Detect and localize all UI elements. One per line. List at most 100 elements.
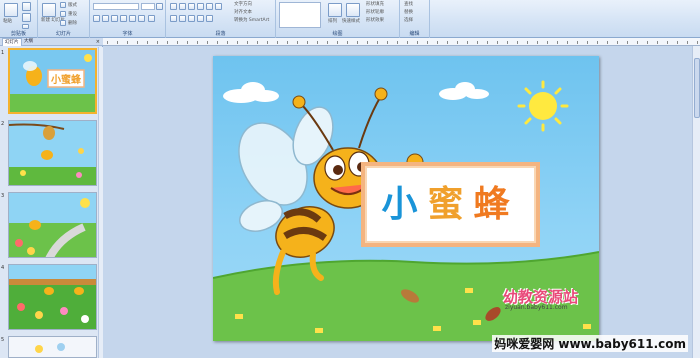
close-icon[interactable]: × bbox=[96, 38, 100, 46]
ruler-tick bbox=[527, 41, 528, 44]
cut-icon[interactable] bbox=[22, 2, 31, 11]
shapes-gallery[interactable] bbox=[279, 2, 321, 28]
format-painter-icon[interactable] bbox=[22, 24, 29, 29]
title-card[interactable]: 小蜜蜂 bbox=[361, 162, 540, 247]
ruler-tick bbox=[507, 41, 508, 44]
slide-thumbnail-1[interactable]: 小蜜蜂 bbox=[8, 48, 97, 114]
slides-panel: 幻灯片 大纲 × 1 小蜜蜂 2 3 4 5 bbox=[0, 38, 103, 358]
font-size-dropdown[interactable] bbox=[141, 3, 155, 10]
ruler-tick bbox=[437, 41, 438, 44]
ruler-tick bbox=[117, 41, 118, 44]
columns-icon[interactable] bbox=[215, 3, 222, 10]
horizontal-ruler bbox=[103, 38, 700, 46]
font-name-dropdown[interactable] bbox=[93, 3, 139, 10]
scrollbar-thumb[interactable] bbox=[694, 58, 700, 118]
ribbon-group-editing: 查找 替换 选择 编辑 bbox=[400, 0, 430, 38]
layout-label[interactable]: 版式 bbox=[68, 3, 77, 8]
ruler-tick bbox=[477, 41, 478, 44]
numbering-icon[interactable] bbox=[179, 3, 186, 10]
strikethrough-icon[interactable] bbox=[120, 15, 127, 22]
align-right-icon[interactable] bbox=[188, 15, 195, 22]
align-text-label[interactable]: 对齐文本 bbox=[234, 10, 252, 15]
grow-font-icon[interactable] bbox=[156, 3, 163, 10]
shadow-icon[interactable] bbox=[129, 15, 136, 22]
char-spacing-icon[interactable] bbox=[138, 15, 145, 22]
ruler-tick bbox=[247, 41, 248, 44]
layout-icon[interactable] bbox=[60, 2, 66, 8]
group-label-editing: 编辑 bbox=[409, 31, 420, 37]
ruler-tick bbox=[107, 41, 108, 44]
delete-label[interactable]: 删除 bbox=[68, 21, 77, 26]
thumbnail-1-art: 小蜜蜂 bbox=[10, 50, 95, 112]
align-center-icon[interactable] bbox=[179, 15, 186, 22]
thumbnail-1-title: 小蜜蜂 bbox=[50, 73, 82, 86]
slide-thumbnail-2[interactable] bbox=[8, 120, 97, 186]
quick-styles-button[interactable] bbox=[346, 3, 360, 17]
panel-scrollbar[interactable] bbox=[98, 47, 103, 358]
cloud-right bbox=[439, 82, 489, 100]
ruler-tick bbox=[287, 41, 288, 44]
bold-icon[interactable] bbox=[93, 15, 100, 22]
thumbnail-4-art bbox=[9, 265, 96, 329]
slide-thumbnail-3[interactable] bbox=[8, 192, 97, 258]
ruler-tick bbox=[377, 41, 378, 44]
ruler-tick bbox=[657, 41, 658, 44]
distribute-icon[interactable] bbox=[206, 15, 213, 22]
paste-button[interactable] bbox=[4, 3, 18, 17]
ruler-tick bbox=[557, 41, 558, 44]
increase-indent-icon[interactable] bbox=[197, 3, 204, 10]
ruler-tick bbox=[667, 41, 668, 44]
copy-icon[interactable] bbox=[22, 13, 31, 22]
shape-outline-label[interactable]: 形状轮廓 bbox=[366, 10, 384, 15]
justify-icon[interactable] bbox=[197, 15, 204, 22]
arrange-label: 排列 bbox=[328, 19, 337, 24]
slide-scrollbar[interactable] bbox=[692, 46, 700, 358]
slide-thumbnail-4[interactable] bbox=[8, 264, 97, 330]
reset-label[interactable]: 重设 bbox=[68, 12, 77, 17]
ruler-tick bbox=[617, 41, 618, 44]
find-label[interactable]: 查找 bbox=[404, 2, 413, 7]
ruler-tick bbox=[197, 41, 198, 44]
new-slide-button[interactable] bbox=[42, 3, 56, 17]
bullets-icon[interactable] bbox=[170, 3, 177, 10]
ruler-tick bbox=[127, 41, 128, 44]
ruler-tick bbox=[397, 41, 398, 44]
tab-slides[interactable]: 幻灯片 bbox=[2, 38, 22, 46]
ribbon-group-font: 字体 bbox=[90, 0, 166, 38]
underline-icon[interactable] bbox=[111, 15, 118, 22]
thumbnail-3-art bbox=[9, 193, 96, 257]
ruler-tick bbox=[167, 41, 168, 44]
ruler-tick bbox=[487, 41, 488, 44]
ruler-tick bbox=[207, 41, 208, 44]
replace-label[interactable]: 替换 bbox=[404, 10, 413, 15]
delete-icon[interactable] bbox=[60, 20, 66, 26]
ruler-tick bbox=[257, 41, 258, 44]
ruler-tick bbox=[577, 41, 578, 44]
reset-icon[interactable] bbox=[60, 11, 66, 17]
ruler-tick bbox=[297, 41, 298, 44]
shape-fill-label[interactable]: 形状填充 bbox=[366, 2, 384, 7]
slide-thumbnail-5[interactable] bbox=[8, 336, 97, 358]
tab-outline[interactable]: 大纲 bbox=[22, 38, 35, 46]
ruler-tick bbox=[327, 41, 328, 44]
shape-effects-label[interactable]: 形状效果 bbox=[366, 18, 384, 23]
decrease-indent-icon[interactable] bbox=[188, 3, 195, 10]
italic-icon[interactable] bbox=[102, 15, 109, 22]
font-color-icon[interactable] bbox=[148, 15, 155, 22]
slide-number: 2 bbox=[1, 121, 5, 127]
slide-canvas[interactable]: 小蜜蜂 幼教资源站 ziyuan.baby611.com bbox=[213, 56, 599, 341]
group-label-slides: 幻灯片 bbox=[55, 31, 71, 37]
line-spacing-icon[interactable] bbox=[206, 3, 213, 10]
align-left-icon[interactable] bbox=[170, 15, 177, 22]
ruler-tick bbox=[417, 41, 418, 44]
smartart-label[interactable]: 转换为 SmartArt bbox=[234, 18, 269, 23]
panel-tabs: 幻灯片 大纲 × bbox=[0, 38, 103, 46]
ruler-tick bbox=[407, 41, 408, 44]
text-direction-label[interactable]: 文字方向 bbox=[234, 2, 252, 7]
ruler-tick bbox=[677, 41, 678, 44]
arrange-button[interactable] bbox=[328, 3, 342, 17]
select-label[interactable]: 选择 bbox=[404, 18, 413, 23]
ruler-tick bbox=[337, 41, 338, 44]
ruler-tick bbox=[467, 41, 468, 44]
ribbon-group-slides: 新建 幻灯片 版式 重设 删除 幻灯片 bbox=[38, 0, 90, 38]
